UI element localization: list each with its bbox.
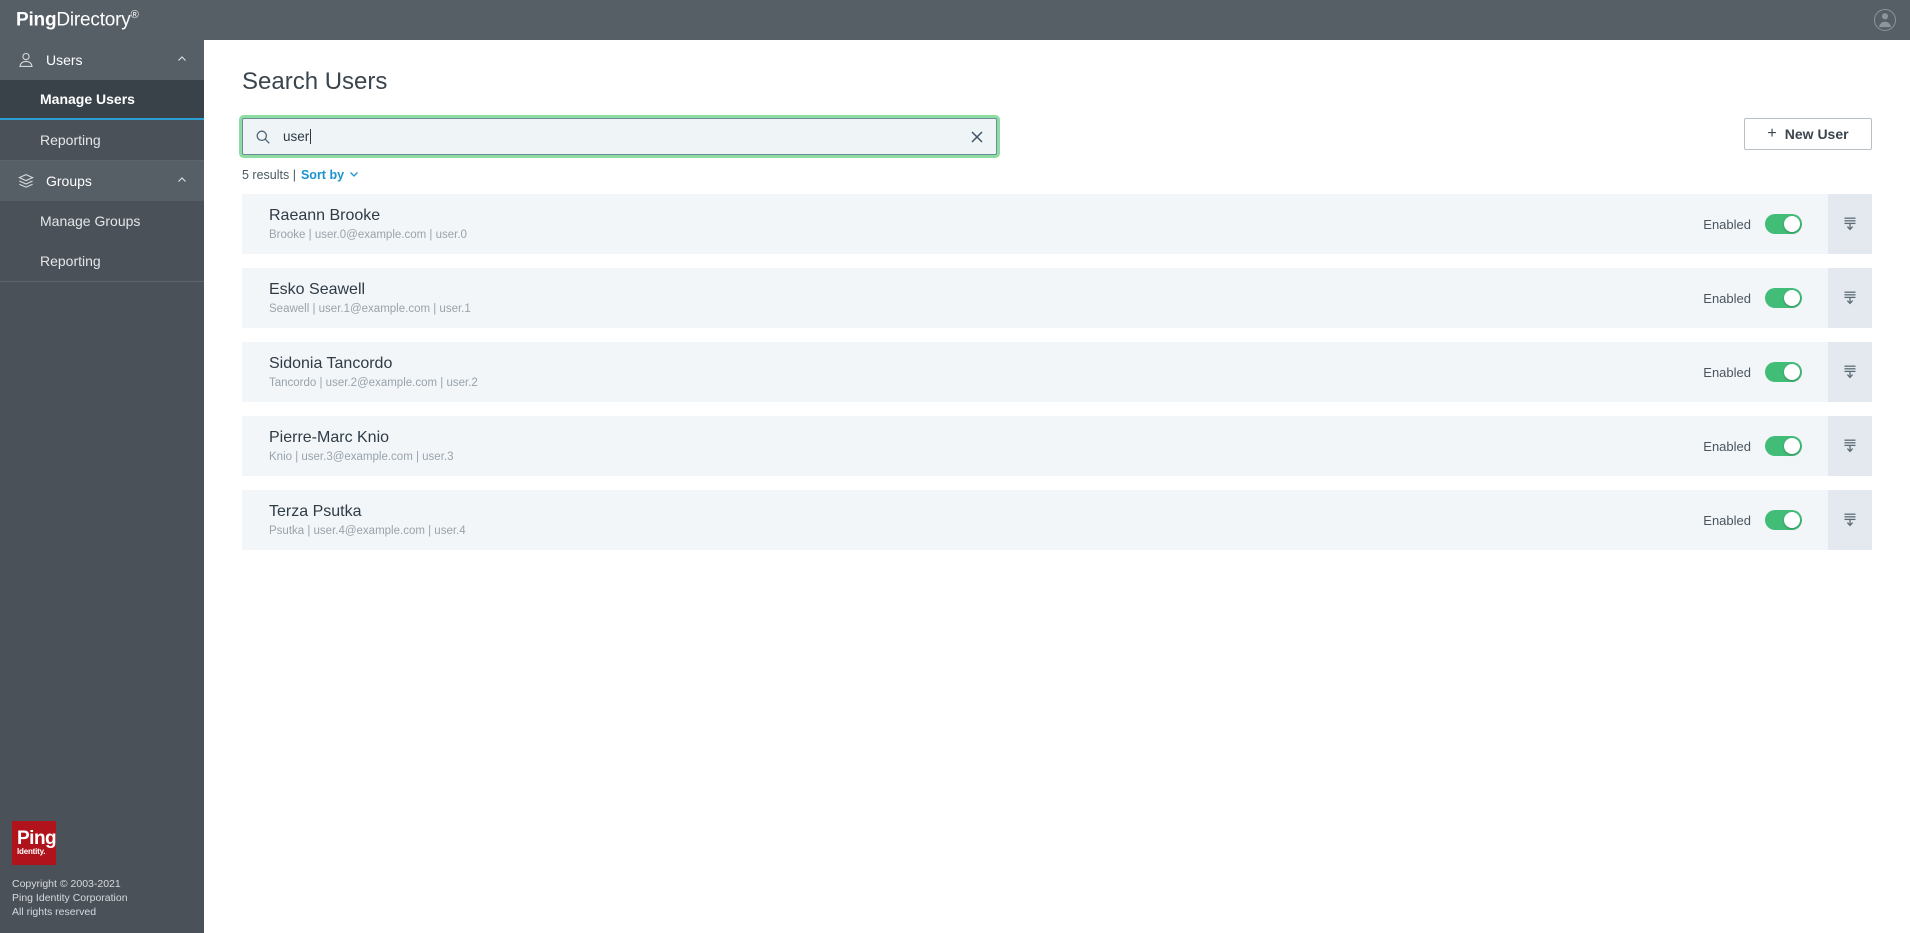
chevron-down-icon <box>344 168 359 182</box>
layers-icon <box>16 171 36 191</box>
ping-logo-line1: Ping <box>17 827 57 849</box>
sidebar-footer: Ping Identity. Copyright © 2003-2021 Pin… <box>0 821 204 933</box>
enabled-toggle[interactable] <box>1765 436 1802 456</box>
sidebar: Users Manage Users Reporting Groups Mana… <box>0 40 204 933</box>
toggle-knob <box>1784 364 1800 380</box>
user-name: Terza Psutka <box>269 503 362 520</box>
user-name: Sidonia Tancordo <box>269 355 393 372</box>
new-user-button-label: New User <box>1784 126 1849 142</box>
search-toolbar: user + New User <box>204 118 1910 155</box>
sidebar-item-groups-reporting[interactable]: Reporting <box>0 241 204 281</box>
sidebar-section-groups[interactable]: Groups <box>0 161 204 201</box>
user-info: Esko Seawell Seawell | user.1@example.co… <box>242 279 1703 317</box>
ping-logo-line2: Identity. <box>17 846 46 856</box>
search-input-value: user <box>283 129 968 144</box>
page-title: Search Users <box>242 68 388 95</box>
user-details: Psutka | user.4@example.com | user.4 <box>269 525 466 537</box>
collapse-details-icon[interactable] <box>1828 194 1872 254</box>
new-user-button[interactable]: + New User <box>1744 118 1872 150</box>
sidebar-item-label: Manage Users <box>40 91 135 107</box>
collapse-details-icon[interactable] <box>1828 342 1872 402</box>
toggle-knob <box>1784 290 1800 306</box>
sort-by-label: Sort by <box>300 168 345 182</box>
user-info: Terza Psutka Psutka | user.4@example.com… <box>242 501 1703 539</box>
table-row[interactable]: Raeann Brooke Brooke | user.0@example.co… <box>242 194 1872 254</box>
user-details: Tancordo | user.2@example.com | user.2 <box>269 377 478 389</box>
results-count: 5 results | <box>242 168 296 182</box>
collapse-details-icon[interactable] <box>1828 416 1872 476</box>
sidebar-item-label: Manage Groups <box>40 213 141 229</box>
status-badge: Enabled <box>1703 290 1751 306</box>
chevron-up-icon <box>176 173 188 189</box>
enabled-toggle[interactable] <box>1765 288 1802 308</box>
enabled-toggle[interactable] <box>1765 510 1802 530</box>
user-details: Brooke | user.0@example.com | user.0 <box>269 229 467 241</box>
enabled-toggle[interactable] <box>1765 362 1802 382</box>
sidebar-item-users-reporting[interactable]: Reporting <box>0 120 204 160</box>
table-row[interactable]: Sidonia Tancordo Tancordo | user.2@examp… <box>242 342 1872 402</box>
search-value-text: user <box>283 129 310 144</box>
collapse-details-icon[interactable] <box>1828 490 1872 550</box>
table-row[interactable]: Esko Seawell Seawell | user.1@example.co… <box>242 268 1872 328</box>
user-name: Esko Seawell <box>269 281 366 298</box>
table-row[interactable]: Terza Psutka Psutka | user.4@example.com… <box>242 490 1872 550</box>
sidebar-item-label: Reporting <box>40 132 101 148</box>
sidebar-item-manage-users[interactable]: Manage Users <box>0 80 204 120</box>
sidebar-item-manage-groups[interactable]: Manage Groups <box>0 201 204 241</box>
sidebar-item-label: Reporting <box>40 253 101 269</box>
status-badge: Enabled <box>1703 438 1751 454</box>
account-menu[interactable] <box>1874 9 1896 31</box>
sidebar-section-label: Groups <box>46 173 92 189</box>
collapse-details-icon[interactable] <box>1828 268 1872 328</box>
app-logo: PingDirectory® <box>16 9 139 31</box>
logo-directory: Directory <box>56 9 131 31</box>
search-input[interactable]: user <box>242 118 997 155</box>
enabled-toggle[interactable] <box>1765 214 1802 234</box>
main-content: Search Users user + New User 5 results |… <box>204 40 1910 933</box>
status-badge: Enabled <box>1703 364 1751 380</box>
copyright-text: Copyright © 2003-2021 Ping Identity Corp… <box>12 877 204 919</box>
copyright-line-2: Ping Identity Corporation <box>12 892 128 904</box>
user-name: Raeann Brooke <box>269 207 381 224</box>
close-icon[interactable] <box>968 128 986 146</box>
sort-by-dropdown[interactable]: Sort by <box>301 168 359 182</box>
table-row[interactable]: Pierre-Marc Knio Knio | user.3@example.c… <box>242 416 1872 476</box>
user-avatar-icon[interactable] <box>1874 9 1896 31</box>
logo-trademark: ® <box>130 8 139 21</box>
user-info: Sidonia Tancordo Tancordo | user.2@examp… <box>242 353 1703 391</box>
user-details: Seawell | user.1@example.com | user.1 <box>269 303 471 315</box>
copyright-line-3: All rights reserved <box>12 906 97 918</box>
user-results-list: Raeann Brooke Brooke | user.0@example.co… <box>204 194 1910 550</box>
ping-identity-logo: Ping Identity. <box>12 821 57 865</box>
sidebar-section-users[interactable]: Users <box>0 40 204 80</box>
avatar-glyph <box>1879 13 1891 28</box>
user-info: Raeann Brooke Brooke | user.0@example.co… <box>242 205 1703 243</box>
copyright-line-1: Copyright © 2003-2021 <box>12 878 121 890</box>
chevron-up-icon <box>176 52 188 68</box>
search-icon <box>255 129 271 145</box>
results-summary: 5 results | Sort by <box>242 168 1910 182</box>
person-icon <box>16 50 36 70</box>
toggle-knob <box>1784 438 1800 454</box>
toggle-knob <box>1784 216 1800 232</box>
top-header-bar: PingDirectory® <box>0 0 1910 40</box>
user-info: Pierre-Marc Knio Knio | user.3@example.c… <box>242 427 1703 465</box>
logo-ping: Ping <box>16 9 57 31</box>
user-name: Pierre-Marc Knio <box>269 429 390 446</box>
text-caret <box>310 129 312 144</box>
user-details: Knio | user.3@example.com | user.3 <box>269 451 454 463</box>
sidebar-divider <box>0 281 204 282</box>
plus-icon: + <box>1767 125 1777 142</box>
sidebar-section-label: Users <box>46 52 83 68</box>
status-badge: Enabled <box>1703 512 1751 528</box>
toggle-knob <box>1784 512 1800 528</box>
status-badge: Enabled <box>1703 216 1751 232</box>
